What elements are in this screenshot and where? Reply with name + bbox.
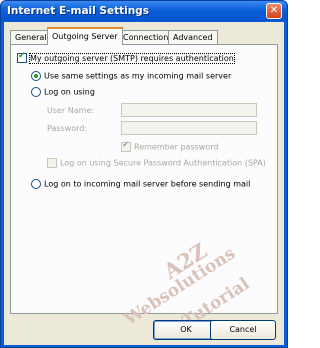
settings-dialog: Internet E-mail Settings ✕ General Outgo… bbox=[0, 0, 288, 348]
cancel-button[interactable]: Cancel bbox=[210, 320, 276, 340]
requires-auth-label: My outgoing server (SMTP) requires authe… bbox=[29, 52, 235, 64]
tab-advanced[interactable]: Advanced bbox=[168, 30, 218, 44]
use-same-settings-row[interactable]: Use same settings as my incoming mail se… bbox=[31, 71, 231, 81]
log-on-using-label: Log on using bbox=[44, 87, 95, 97]
close-icon[interactable]: ✕ bbox=[266, 3, 282, 19]
remember-password-checkbox[interactable] bbox=[121, 140, 131, 152]
spa-row[interactable]: Log on using Secure Password Authenticat… bbox=[47, 158, 266, 168]
remember-password-label: Remember password bbox=[134, 142, 219, 152]
tab-connection[interactable]: Connection bbox=[118, 30, 174, 44]
spa-checkbox[interactable] bbox=[47, 158, 57, 168]
user-name-label: User Name: bbox=[47, 106, 95, 115]
log-on-before-row[interactable]: Log on to incoming mail server before se… bbox=[31, 179, 250, 189]
use-same-settings-radio[interactable] bbox=[31, 71, 41, 81]
spa-label: Log on using Secure Password Authenticat… bbox=[60, 158, 266, 168]
requires-auth-row[interactable]: My outgoing server (SMTP) requires authe… bbox=[17, 51, 235, 64]
tab-general[interactable]: General bbox=[10, 30, 52, 44]
log-on-using-radio[interactable] bbox=[31, 87, 41, 97]
log-on-before-radio[interactable] bbox=[31, 179, 41, 189]
log-on-before-label: Log on to incoming mail server before se… bbox=[44, 179, 251, 189]
tab-outgoing-server[interactable]: Outgoing Server bbox=[47, 27, 123, 45]
title-bar[interactable]: Internet E-mail Settings ✕ bbox=[1, 1, 287, 21]
password-field[interactable] bbox=[121, 121, 257, 135]
remember-password-row[interactable]: Remember password bbox=[121, 140, 219, 152]
requires-auth-checkbox[interactable] bbox=[17, 51, 27, 63]
user-name-field[interactable] bbox=[121, 103, 257, 117]
dialog-title: Internet E-mail Settings bbox=[7, 5, 149, 17]
dialog-body: General Outgoing Server Connection Advan… bbox=[4, 22, 284, 345]
outgoing-server-panel: My outgoing server (SMTP) requires authe… bbox=[10, 44, 278, 332]
log-on-using-row[interactable]: Log on using bbox=[31, 87, 95, 97]
password-label: Password: bbox=[47, 124, 88, 133]
use-same-settings-label: Use same settings as my incoming mail se… bbox=[44, 71, 232, 81]
